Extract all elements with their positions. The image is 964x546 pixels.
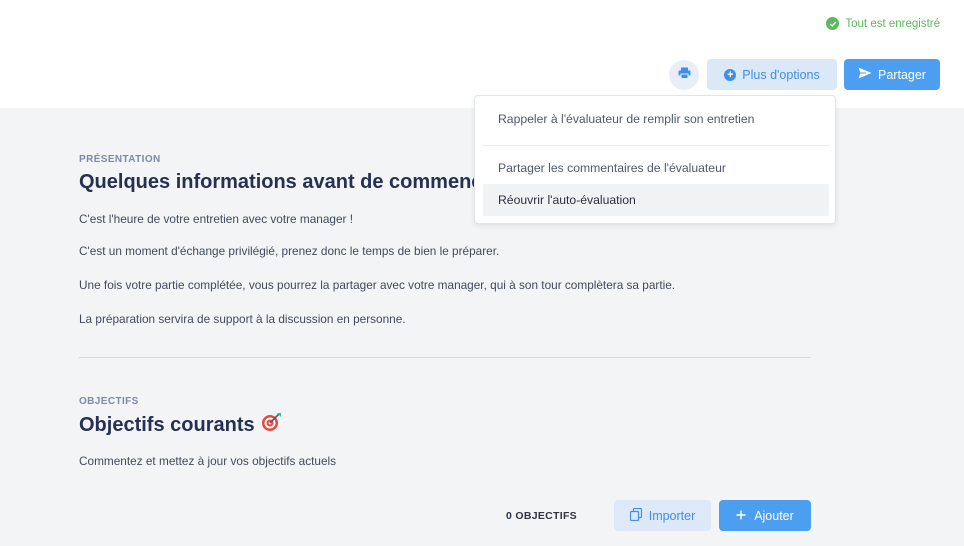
objectives-title: Objectifs courants [79, 413, 255, 436]
target-icon [261, 412, 283, 438]
add-objective-button[interactable]: Ajouter [719, 500, 811, 531]
menu-item-share-evaluator-comments[interactable]: Partager les commentaires de l'évaluateu… [483, 152, 829, 184]
objectives-description: Commentez et mettez à jour vos objectifs… [79, 454, 337, 468]
presentation-paragraph: C'est l'heure de votre entretien avec vo… [79, 212, 354, 226]
objectives-title-row: Objectifs courants [79, 412, 283, 438]
import-label: Importer [648, 508, 696, 523]
check-circle-icon [826, 17, 840, 30]
share-label: Partager [878, 67, 926, 82]
print-button[interactable] [669, 60, 699, 90]
save-status-text: Tout est enregistré [845, 17, 940, 30]
import-button[interactable]: Importer [614, 500, 711, 531]
top-bar: Tout est enregistré + Plus d'options Par… [0, 0, 964, 108]
section-divider [79, 357, 811, 358]
presentation-section-label: PRÉSENTATION [79, 154, 161, 165]
copy-icon [629, 507, 642, 524]
share-button[interactable]: Partager [844, 59, 940, 90]
plus-circle-icon: + [724, 68, 737, 81]
menu-item-reopen-self-evaluation[interactable]: Réouvrir l'auto-évaluation [483, 184, 829, 216]
menu-separator [483, 145, 829, 146]
plus-icon [736, 509, 746, 523]
more-options-label: Plus d'options [742, 67, 820, 82]
presentation-paragraph: La préparation servira de support à la d… [79, 312, 406, 326]
printer-icon [678, 66, 691, 84]
more-options-dropdown: Rappeler à l'évaluateur de remplir son e… [474, 95, 836, 224]
presentation-title: Quelques informations avant de commencer [79, 171, 502, 193]
menu-item-remind-evaluator[interactable]: Rappeler à l'évaluateur de remplir son e… [483, 103, 829, 135]
presentation-paragraph: C'est un moment d'échange privilégié, pr… [79, 244, 500, 258]
objectives-count: 0 OBJECTIFS [506, 510, 577, 522]
objectives-section-label: OBJECTIFS [79, 396, 139, 407]
add-label: Ajouter [754, 508, 794, 523]
send-icon [858, 67, 872, 82]
save-status: Tout est enregistré [826, 17, 940, 30]
presentation-paragraph: Une fois votre partie complétée, vous po… [79, 278, 676, 292]
more-options-button[interactable]: + Plus d'options [707, 59, 837, 90]
